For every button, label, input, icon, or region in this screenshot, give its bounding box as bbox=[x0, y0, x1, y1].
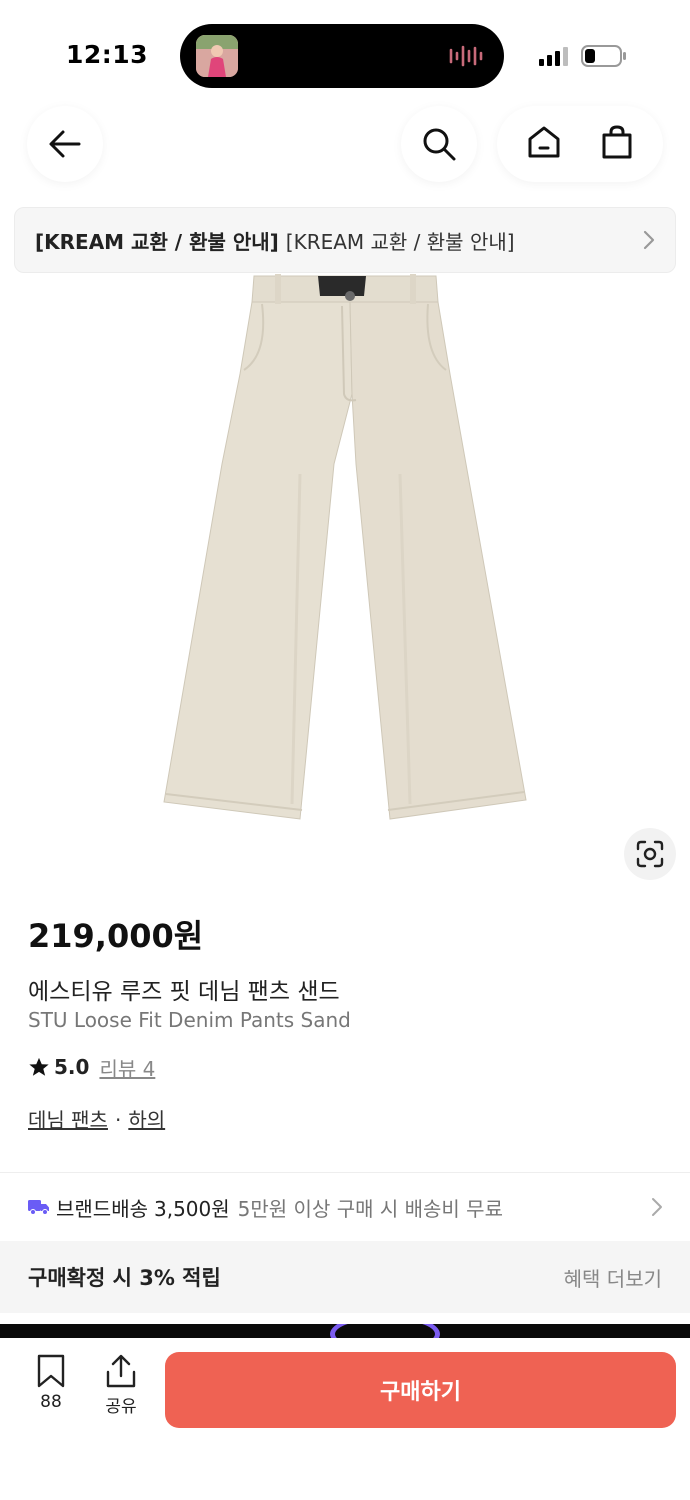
bottom-action-bar: 88 공유 구매하기 bbox=[0, 1338, 690, 1500]
share-icon bbox=[106, 1354, 136, 1388]
category-link-bottoms[interactable]: 하의 bbox=[128, 1108, 165, 1132]
category-link-denim-pants[interactable]: 데님 팬츠 bbox=[28, 1108, 108, 1132]
notice-text: [KREAM 교환 / 환불 안내] bbox=[285, 229, 515, 254]
buy-button[interactable]: 구매하기 bbox=[165, 1352, 676, 1428]
rating-row: 5.0 리뷰 4 bbox=[28, 1053, 155, 1081]
benefits-more-link[interactable]: 혜택 더보기 bbox=[564, 1263, 662, 1292]
share-button[interactable]: 공유 bbox=[94, 1354, 148, 1418]
home-cart-group bbox=[497, 106, 663, 182]
now-playing-thumbnail bbox=[196, 35, 238, 77]
product-name-korean: 에스티유 루즈 핏 데님 팬츠 샌드 bbox=[28, 979, 340, 1005]
cart-button[interactable] bbox=[599, 124, 635, 164]
delivery-truck-icon bbox=[28, 1200, 49, 1215]
back-button[interactable] bbox=[27, 106, 103, 182]
notice-title: [KREAM 교환 / 환불 안내] bbox=[35, 229, 279, 254]
delivery-condition: 5만원 이상 구매 시 배송비 무료 bbox=[237, 1196, 503, 1221]
cellular-signal-icon bbox=[539, 47, 568, 66]
reward-text: 구매확정 시 3% 적립 bbox=[28, 1266, 221, 1290]
share-label: 공유 bbox=[105, 1397, 137, 1417]
delivery-info-row[interactable]: 브랜드배송 3,500원 5만원 이상 구매 시 배송비 무료 bbox=[0, 1173, 690, 1241]
status-time: 12:13 bbox=[66, 40, 149, 69]
denim-pants-image bbox=[163, 274, 527, 820]
image-search-button[interactable] bbox=[624, 828, 676, 880]
review-link[interactable]: 리뷰 4 bbox=[99, 1053, 155, 1082]
product-price: 219,000원 bbox=[28, 917, 204, 955]
exchange-refund-notice[interactable]: [KREAM 교환 / 환불 안내] [KREAM 교환 / 환불 안내] bbox=[14, 207, 676, 273]
shopping-bag-icon bbox=[602, 125, 631, 159]
battery-icon bbox=[581, 45, 626, 67]
status-bar: 12:13 bbox=[0, 0, 690, 100]
banner-decoration bbox=[330, 1324, 440, 1338]
category-separator: · bbox=[114, 1108, 122, 1132]
lens-scan-icon bbox=[636, 840, 664, 868]
bookmark-icon bbox=[37, 1354, 65, 1388]
reward-row: 구매확정 시 3% 적립 혜택 더보기 bbox=[0, 1241, 690, 1313]
save-count: 88 bbox=[40, 1392, 62, 1412]
chevron-right-icon bbox=[643, 230, 655, 250]
product-image[interactable] bbox=[0, 274, 690, 884]
rating-value: 5.0 bbox=[54, 1055, 90, 1079]
promo-banner-strip[interactable] bbox=[0, 1324, 690, 1338]
audio-waveform-icon bbox=[449, 45, 483, 67]
dynamic-island[interactable] bbox=[180, 24, 504, 88]
product-name-english: STU Loose Fit Denim Pants Sand bbox=[28, 1008, 351, 1032]
chevron-right-icon bbox=[652, 1198, 662, 1216]
search-button[interactable] bbox=[401, 106, 477, 182]
delivery-fee: 3,500원 bbox=[154, 1196, 230, 1221]
arrow-left-icon bbox=[49, 130, 81, 158]
search-icon bbox=[423, 128, 456, 161]
delivery-label: 브랜드배송 bbox=[56, 1196, 148, 1221]
save-button[interactable]: 88 bbox=[24, 1354, 78, 1418]
home-button[interactable] bbox=[526, 124, 562, 164]
star-icon bbox=[29, 1057, 49, 1076]
home-icon bbox=[528, 126, 559, 158]
category-breadcrumb: 데님 팬츠 · 하의 bbox=[28, 1104, 165, 1133]
